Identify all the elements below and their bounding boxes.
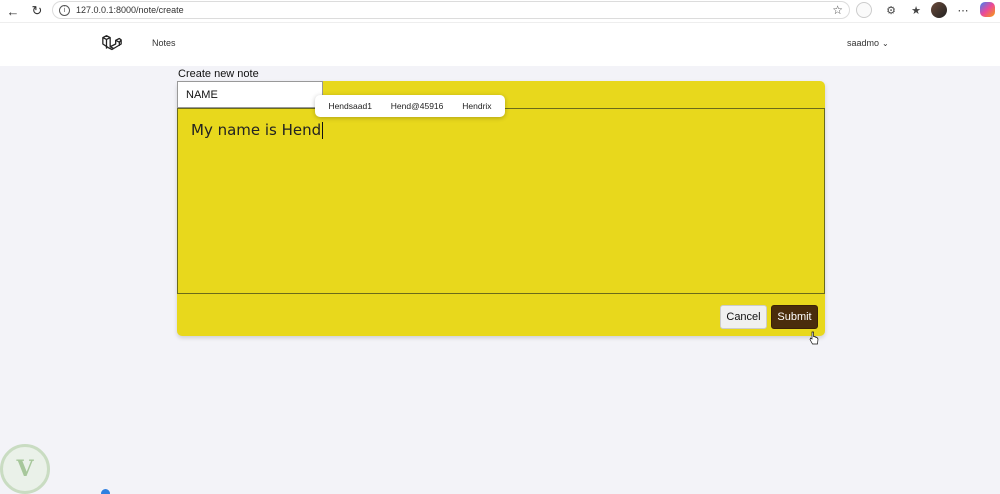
- user-menu[interactable]: saadmo ⌄: [847, 38, 889, 48]
- browser-toolbar: ← ↻ i 127.0.0.1:8000/note/create ☆ ⚙ ★ ⋯: [0, 0, 1000, 22]
- back-arrow-icon[interactable]: ←: [4, 2, 22, 20]
- text-caret: [322, 122, 324, 139]
- info-icon[interactable]: i: [59, 4, 70, 16]
- url-text: 127.0.0.1:8000/note/create: [76, 5, 184, 15]
- status-dot: [101, 489, 110, 494]
- autocomplete-option[interactable]: Hendrix: [462, 101, 491, 111]
- reload-icon[interactable]: ↻: [28, 2, 46, 20]
- favorites-icon[interactable]: ★: [908, 2, 924, 18]
- profile-circle-icon[interactable]: [856, 2, 872, 18]
- watermark-logo: V: [0, 444, 50, 494]
- chevron-down-icon: ⌄: [882, 38, 889, 48]
- note-name-value: NAME: [186, 88, 218, 101]
- note-body-textarea[interactable]: My name is Hend: [177, 108, 825, 294]
- more-options-icon[interactable]: ⋯: [955, 2, 971, 18]
- note-body-value: My name is Hend: [191, 121, 322, 139]
- page-title: Create new note: [178, 68, 259, 80]
- autocomplete-popup: Hendsaad1 Hend@45916 Hendrix: [315, 95, 505, 117]
- hand-pointer-icon: [809, 331, 819, 345]
- cancel-button[interactable]: Cancel: [720, 305, 767, 329]
- autocomplete-option[interactable]: Hendsaad1: [328, 101, 371, 111]
- address-bar[interactable]: i 127.0.0.1:8000/note/create ☆: [52, 1, 850, 19]
- note-name-input[interactable]: NAME: [177, 81, 323, 108]
- user-name: saadmo: [847, 38, 880, 48]
- submit-button[interactable]: Submit: [771, 305, 818, 329]
- star-icon[interactable]: ☆: [832, 3, 843, 17]
- app-header: Notes saadmo ⌄: [0, 22, 1000, 66]
- extensions-icon[interactable]: ⚙: [883, 2, 899, 18]
- watermark-mark: V: [16, 456, 34, 482]
- nav-notes-link[interactable]: Notes: [152, 38, 176, 48]
- user-avatar-icon[interactable]: [931, 2, 947, 18]
- copilot-icon[interactable]: [980, 2, 995, 17]
- laravel-logo-icon[interactable]: [101, 33, 123, 55]
- autocomplete-option[interactable]: Hend@45916: [391, 101, 444, 111]
